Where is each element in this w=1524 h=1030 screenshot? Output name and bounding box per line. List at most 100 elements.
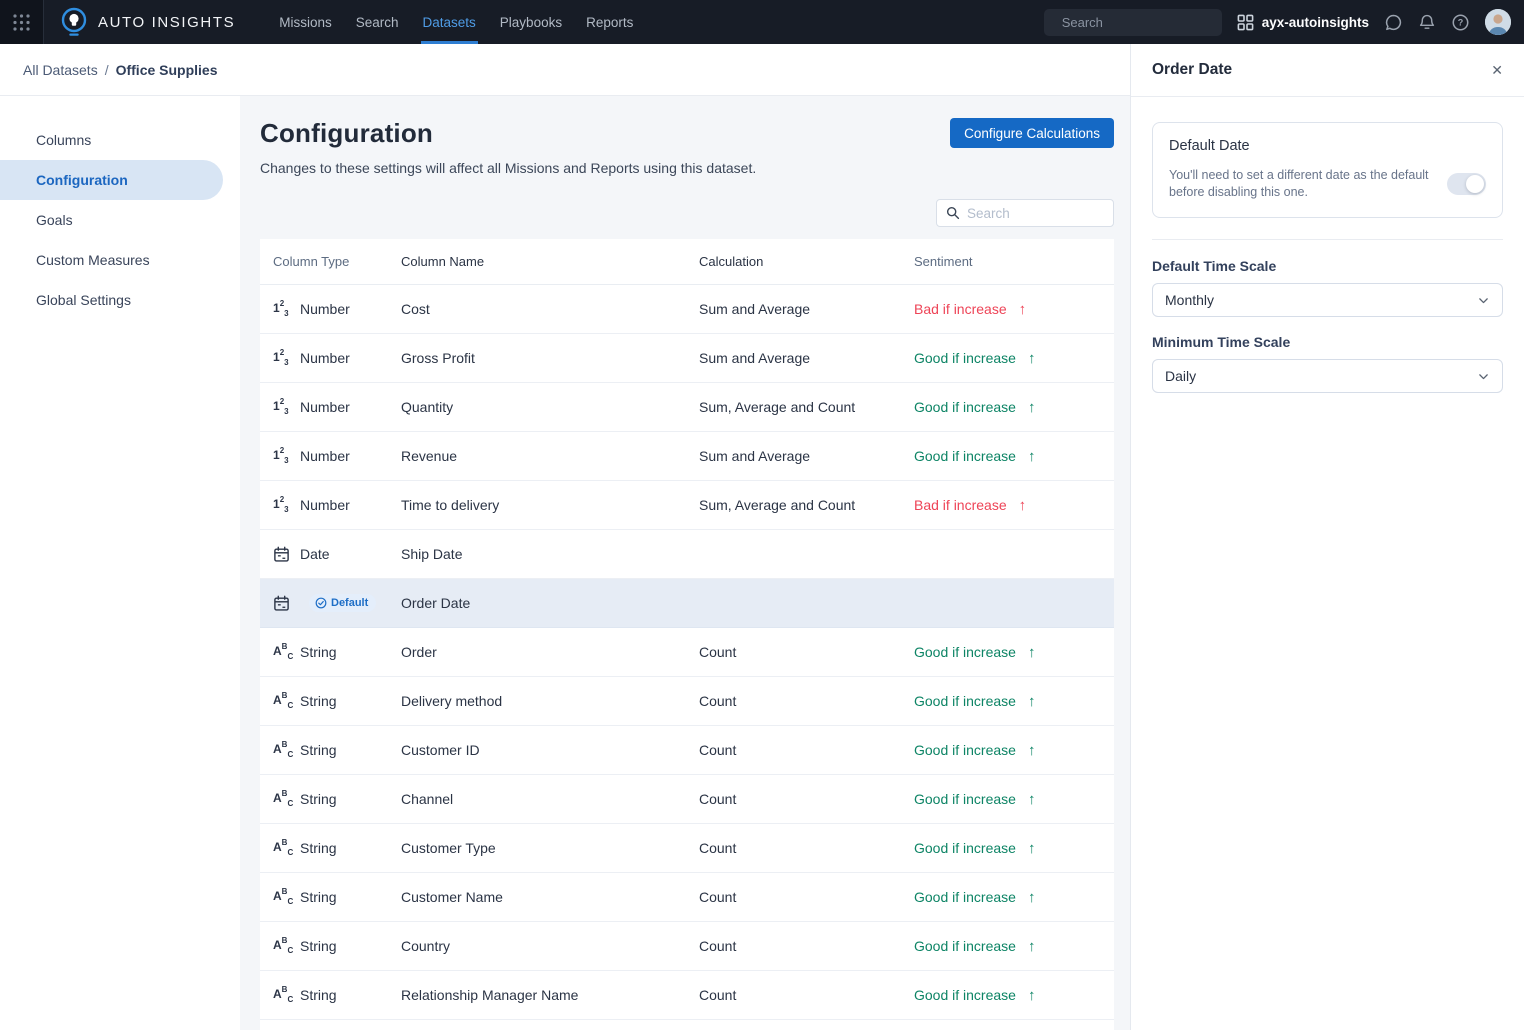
date-type-icon bbox=[273, 595, 290, 612]
arrow-up-icon: ↑ bbox=[1028, 791, 1036, 808]
calculation-value: Count bbox=[699, 889, 914, 905]
table-search-input[interactable] bbox=[967, 206, 1104, 221]
column-type-cell: 123 Number bbox=[260, 300, 401, 318]
sidebar-item-columns[interactable]: Columns bbox=[0, 120, 240, 160]
table-row[interactable]: ABC String Delivery method Count Good i bbox=[260, 677, 1114, 726]
user-avatar[interactable] bbox=[1485, 9, 1511, 35]
chevron-down-icon bbox=[1477, 370, 1490, 383]
column-type-cell: ABC String bbox=[260, 692, 401, 710]
arrow-up-icon: ↑ bbox=[1028, 889, 1036, 906]
default-badge: Default bbox=[309, 594, 376, 612]
sentiment-control[interactable]: Good if increase ↑ bbox=[914, 840, 1114, 857]
close-icon: ✕ bbox=[1491, 62, 1503, 78]
breadcrumb-all-datasets[interactable]: All Datasets bbox=[23, 62, 98, 78]
search-icon bbox=[946, 206, 960, 220]
sidebar-item-configuration[interactable]: Configuration bbox=[0, 160, 223, 200]
arrow-up-icon: ↑ bbox=[1028, 693, 1036, 710]
sentiment-control[interactable]: Good if increase ↑ bbox=[914, 742, 1114, 759]
sentiment-label: Bad if increase bbox=[914, 301, 1007, 317]
sentiment-control[interactable]: Good if increase ↑ bbox=[914, 644, 1114, 661]
sentiment-control[interactable]: Bad if increase ↑ bbox=[914, 497, 1114, 514]
table-row[interactable]: 123 Number Gross Profit Sum and Average bbox=[260, 334, 1114, 383]
global-search-input[interactable] bbox=[1062, 15, 1238, 30]
table-row[interactable]: 123 Number Revenue Sum and Average Good bbox=[260, 432, 1114, 481]
calculation-value: Count bbox=[699, 742, 914, 758]
table-row[interactable]: ABC String Customer ID Count Good if in bbox=[260, 726, 1114, 775]
help-button[interactable]: ? bbox=[1451, 13, 1470, 32]
column-type-cell: 123 Number bbox=[260, 349, 401, 367]
nav-item-search[interactable]: Search bbox=[344, 0, 411, 44]
notifications-button[interactable] bbox=[1418, 13, 1436, 32]
string-type-icon: ABC bbox=[273, 888, 290, 906]
table-row[interactable]: ABC String Relationship Manager Name Cou… bbox=[260, 971, 1114, 1020]
arrow-up-icon: ↑ bbox=[1028, 987, 1036, 1004]
column-name: Customer Type bbox=[401, 840, 699, 856]
table-search[interactable] bbox=[936, 199, 1114, 227]
calculation-value: Sum and Average bbox=[699, 301, 914, 317]
string-type-icon: ABC bbox=[273, 839, 290, 857]
sentiment-control[interactable]: Bad if increase ↑ bbox=[914, 301, 1114, 318]
string-type-icon: ABC bbox=[273, 790, 290, 808]
arrow-up-icon: ↑ bbox=[1019, 497, 1027, 514]
table-row[interactable]: ABC String Order Count Good if increase bbox=[260, 628, 1114, 677]
nav-item-reports[interactable]: Reports bbox=[574, 0, 645, 44]
column-name: Ship Date bbox=[401, 546, 699, 562]
workspace-switcher[interactable]: ayx-autoinsights bbox=[1237, 14, 1369, 31]
nav-item-datasets[interactable]: Datasets bbox=[411, 0, 488, 44]
column-type-cell: ABC String bbox=[260, 888, 401, 906]
minimum-time-scale-select[interactable]: Daily bbox=[1152, 359, 1503, 393]
default-date-toggle[interactable] bbox=[1447, 173, 1486, 195]
configure-calculations-button[interactable]: Configure Calculations bbox=[950, 118, 1114, 148]
workspace-name: ayx-autoinsights bbox=[1262, 15, 1369, 30]
sentiment-control[interactable]: Good if increase ↑ bbox=[914, 693, 1114, 710]
table-row[interactable]: ABC String Customer Name Count Good if bbox=[260, 873, 1114, 922]
sentiment-control[interactable]: Good if increase ↑ bbox=[914, 350, 1114, 367]
table-row[interactable]: 123 Number Time to delivery Sum, Average… bbox=[260, 481, 1114, 530]
default-date-description: You'll need to set a different date as t… bbox=[1169, 167, 1447, 200]
chevron-down-icon bbox=[1477, 294, 1490, 307]
number-type-icon: 123 bbox=[273, 300, 290, 318]
sentiment-control[interactable]: Good if increase ↑ bbox=[914, 791, 1114, 808]
chat-button[interactable] bbox=[1384, 13, 1403, 32]
column-type-cell: ABC String bbox=[260, 790, 401, 808]
calculation-value: Count bbox=[699, 938, 914, 954]
sidebar-item-goals[interactable]: Goals bbox=[0, 200, 240, 240]
column-name: Delivery method bbox=[401, 693, 699, 709]
sentiment-control[interactable]: Good if increase ↑ bbox=[914, 889, 1114, 906]
table-row[interactable]: 123 Number Cost Sum and Average Bad if bbox=[260, 285, 1114, 334]
nav-item-playbooks[interactable]: Playbooks bbox=[488, 0, 574, 44]
sentiment-control[interactable]: Good if increase ↑ bbox=[914, 938, 1114, 955]
calculation-value: Sum and Average bbox=[699, 448, 914, 464]
default-time-scale-value: Monthly bbox=[1165, 292, 1214, 308]
sentiment-control[interactable]: Good if increase ↑ bbox=[914, 987, 1114, 1004]
table-row[interactable]: ABC String Country Count Good if increa bbox=[260, 922, 1114, 971]
default-date-title: Default Date bbox=[1169, 138, 1486, 154]
column-type-label: Number bbox=[300, 399, 350, 415]
table-row[interactable]: 123 Number Quantity Sum, Average and Cou… bbox=[260, 383, 1114, 432]
breadcrumb: All Datasets / Office Supplies bbox=[0, 44, 1130, 96]
default-time-scale-select[interactable]: Monthly bbox=[1152, 283, 1503, 317]
table-row[interactable]: ABC String Channel Count Good if increa bbox=[260, 775, 1114, 824]
table-row[interactable]: ABC String Customer Type Count Good if bbox=[260, 824, 1114, 873]
header-column-name: Column Name bbox=[401, 254, 699, 269]
calculation-value: Sum, Average and Count bbox=[699, 399, 914, 415]
sentiment-control[interactable]: Good if increase ↑ bbox=[914, 448, 1114, 465]
sentiment-control[interactable]: Good if increase ↑ bbox=[914, 399, 1114, 416]
column-name: Quantity bbox=[401, 399, 699, 415]
app-launcher-button[interactable] bbox=[0, 0, 44, 44]
close-panel-button[interactable]: ✕ bbox=[1491, 62, 1503, 79]
table-row[interactable]: Date Ship Date bbox=[260, 530, 1114, 579]
table-row[interactable]: Default Order Date bbox=[260, 579, 1114, 628]
columns-table: Column Type Column Name Calculation Sent… bbox=[260, 239, 1114, 1030]
global-search[interactable] bbox=[1044, 9, 1222, 36]
sentiment-label: Good if increase bbox=[914, 693, 1016, 709]
sentiment-label: Good if increase bbox=[914, 889, 1016, 905]
column-type-label: Number bbox=[300, 301, 350, 317]
column-type-cell: Date bbox=[260, 546, 401, 563]
header-calculation: Calculation bbox=[699, 254, 914, 269]
chat-icon bbox=[1384, 13, 1403, 32]
column-name: Customer Name bbox=[401, 889, 699, 905]
sidebar-item-global-settings[interactable]: Global Settings bbox=[0, 280, 240, 320]
sidebar-item-custom-measures[interactable]: Custom Measures bbox=[0, 240, 240, 280]
nav-item-missions[interactable]: Missions bbox=[267, 0, 344, 44]
